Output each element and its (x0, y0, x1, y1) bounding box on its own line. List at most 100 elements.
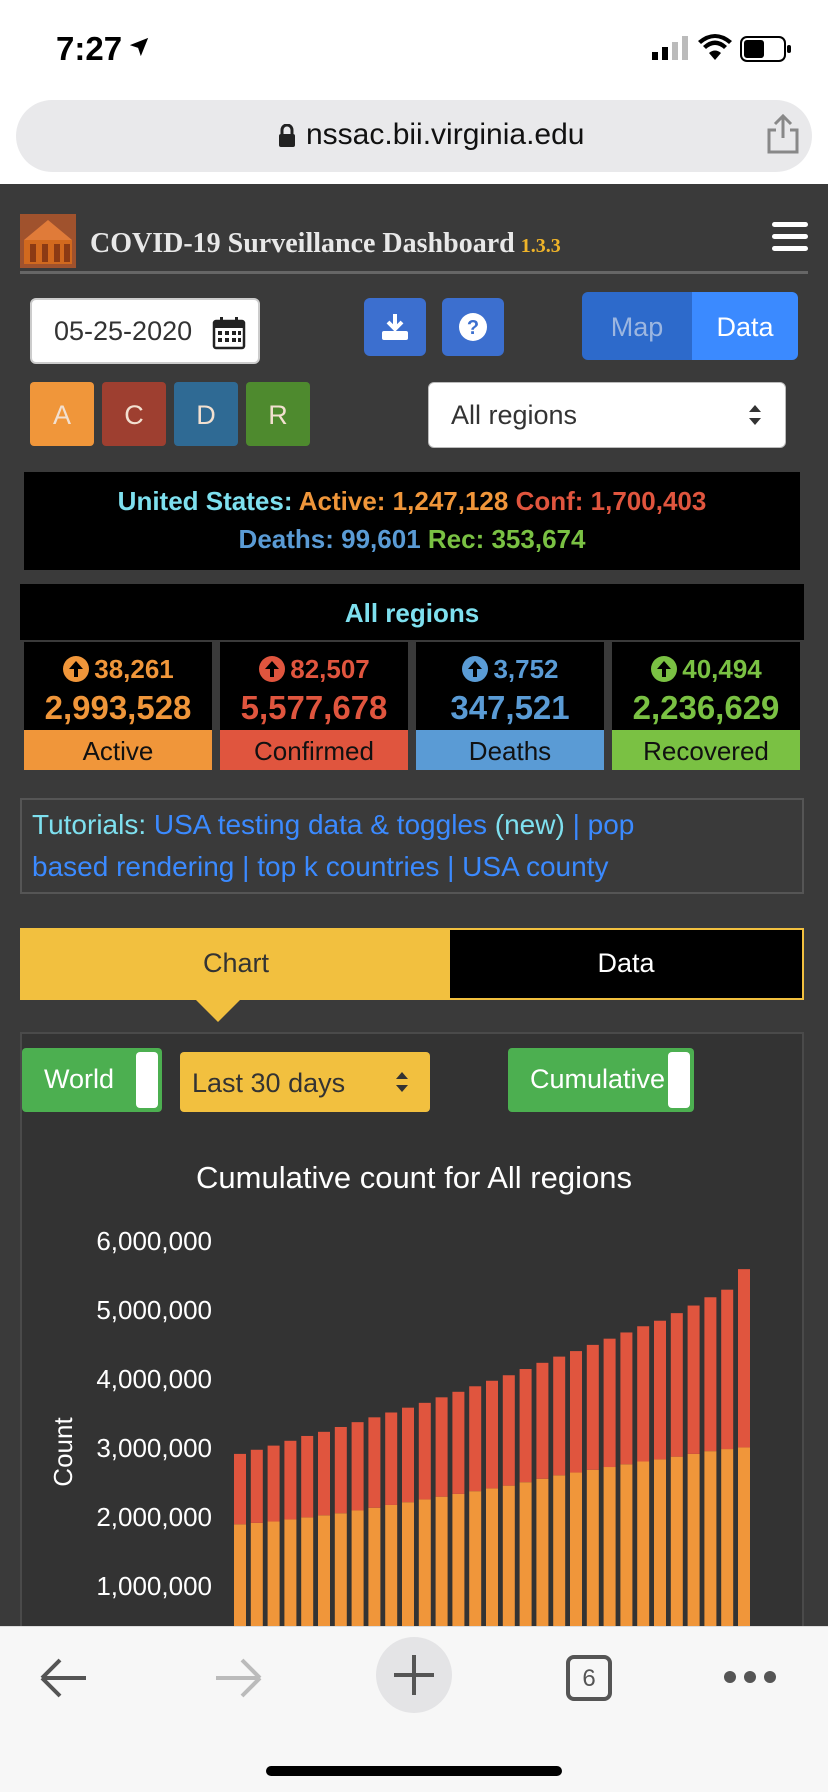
stat-box-confirmed[interactable]: 82,507 5,577,678 Confirmed (220, 642, 408, 770)
confirmed-filter-button[interactable]: C (102, 382, 166, 446)
bar-confirmed[interactable] (418, 1402, 431, 1500)
data-toggle-button[interactable]: Data (692, 292, 798, 360)
bar-confirmed[interactable] (469, 1386, 482, 1492)
back-icon[interactable] (38, 1655, 90, 1701)
bar-active[interactable] (301, 1517, 314, 1626)
status-bar: 7:27 (0, 0, 828, 92)
new-tab-button[interactable] (376, 1637, 452, 1713)
select-caret-icon (749, 405, 761, 425)
bar-confirmed[interactable] (402, 1407, 414, 1503)
bar-active[interactable] (418, 1499, 431, 1626)
bar-confirmed[interactable] (385, 1412, 398, 1505)
bar-confirmed[interactable] (620, 1332, 633, 1465)
bar-confirmed[interactable] (301, 1435, 314, 1518)
deaths-filter-button[interactable]: D (174, 382, 238, 446)
bar-active[interactable] (570, 1472, 582, 1626)
bar-active[interactable] (267, 1521, 280, 1626)
tutorial-link-top-k[interactable]: top k countries (257, 851, 439, 882)
bar-confirmed[interactable] (553, 1356, 566, 1476)
bar-confirmed[interactable] (318, 1431, 330, 1516)
more-icon[interactable] (722, 1669, 778, 1685)
stat-box-active[interactable]: 38,261 2,993,528 Active (24, 642, 212, 770)
bar-confirmed[interactable] (536, 1362, 549, 1479)
address-bar[interactable]: nssac.bii.virginia.edu (16, 100, 812, 172)
bar-active[interactable] (284, 1519, 297, 1626)
bar-confirmed[interactable] (435, 1397, 448, 1497)
bar-active[interactable] (536, 1478, 549, 1626)
bar-confirmed[interactable] (368, 1417, 381, 1508)
world-toggle[interactable]: World (22, 1048, 162, 1112)
bar-confirmed[interactable] (284, 1440, 297, 1520)
bar-active[interactable] (368, 1507, 381, 1626)
bar-active[interactable] (721, 1449, 734, 1626)
bar-confirmed[interactable] (570, 1351, 582, 1473)
bar-confirmed[interactable] (586, 1344, 599, 1470)
bar-confirmed[interactable] (687, 1305, 700, 1454)
menu-button[interactable] (772, 222, 808, 252)
bar-active[interactable] (234, 1524, 246, 1626)
download-button[interactable] (364, 298, 426, 356)
tab-chart[interactable]: Chart (22, 930, 450, 998)
bar-active[interactable] (687, 1453, 700, 1626)
dashboard-title: COVID-19 Surveillance Dashboard (90, 228, 515, 259)
bar-confirmed[interactable] (637, 1326, 650, 1462)
cumulative-toggle[interactable]: Cumulative (508, 1048, 694, 1112)
bar-confirmed[interactable] (267, 1445, 280, 1522)
tabs-button[interactable]: 6 (566, 1655, 612, 1701)
bar-active[interactable] (654, 1459, 666, 1626)
active-filter-button[interactable]: A (30, 382, 94, 446)
help-button[interactable]: ? (442, 298, 504, 356)
bar-active[interactable] (334, 1513, 347, 1626)
bar-active[interactable] (250, 1522, 263, 1626)
bar-confirmed[interactable] (654, 1320, 666, 1460)
bar-active[interactable] (486, 1488, 498, 1626)
bar-confirmed[interactable] (250, 1449, 263, 1523)
bar-confirmed[interactable] (486, 1380, 498, 1489)
bar-active[interactable] (452, 1493, 465, 1626)
bar-active[interactable] (603, 1467, 616, 1626)
recovered-filter-button[interactable]: R (246, 382, 310, 446)
bar-confirmed[interactable] (452, 1391, 465, 1494)
bar-active[interactable] (738, 1447, 750, 1626)
bar-confirmed[interactable] (502, 1375, 515, 1486)
bar-confirmed[interactable] (351, 1422, 364, 1511)
bar-active[interactable] (435, 1496, 448, 1626)
bar-active[interactable] (670, 1456, 683, 1626)
date-range-select[interactable]: Last 30 days (180, 1052, 430, 1112)
bar-confirmed[interactable] (704, 1297, 717, 1452)
stat-box-deaths[interactable]: 3,752 347,521 Deaths (416, 642, 604, 770)
bar-active[interactable] (502, 1485, 515, 1626)
tutorial-link-usa-testing[interactable]: USA testing data & toggles (154, 809, 487, 840)
bar-confirmed[interactable] (234, 1453, 246, 1525)
bar-active[interactable] (553, 1475, 566, 1626)
bar-confirmed[interactable] (738, 1269, 750, 1448)
bar-active[interactable] (402, 1502, 414, 1626)
stat-box-recovered[interactable]: 40,494 2,236,629 Recovered (612, 642, 800, 770)
brand-title[interactable]: COVID-19 Surveillance Dashboard 1.3.3 (90, 228, 561, 260)
tutorial-link-pop-rendering-cont[interactable]: based rendering (32, 851, 234, 882)
bar-active[interactable] (586, 1469, 599, 1626)
bar-active[interactable] (469, 1491, 482, 1626)
region-select[interactable]: All regions (428, 382, 786, 448)
bar-confirmed[interactable] (334, 1426, 347, 1514)
bar-confirmed[interactable] (721, 1289, 734, 1450)
tutorial-link-pop-rendering[interactable]: pop (588, 809, 635, 840)
bar-confirmed[interactable] (670, 1313, 683, 1457)
bar-active[interactable] (519, 1482, 532, 1626)
bar-confirmed[interactable] (603, 1338, 616, 1468)
bar-active[interactable] (637, 1461, 650, 1626)
bar-active[interactable] (385, 1504, 398, 1626)
bar-active[interactable] (620, 1464, 633, 1626)
share-icon[interactable] (766, 114, 800, 154)
bar-active[interactable] (318, 1515, 330, 1626)
map-toggle-button[interactable]: Map (582, 292, 692, 360)
menu-bar (772, 222, 808, 227)
forward-icon[interactable] (212, 1655, 264, 1701)
bar-confirmed[interactable] (519, 1369, 532, 1483)
date-picker[interactable]: 05-25-2020 (30, 298, 260, 364)
tutorial-link-usa-county[interactable]: USA county (462, 851, 608, 882)
calendar-icon[interactable] (212, 316, 246, 350)
bar-active[interactable] (351, 1510, 364, 1626)
tab-data[interactable]: Data (450, 930, 802, 998)
bar-active[interactable] (704, 1451, 717, 1626)
